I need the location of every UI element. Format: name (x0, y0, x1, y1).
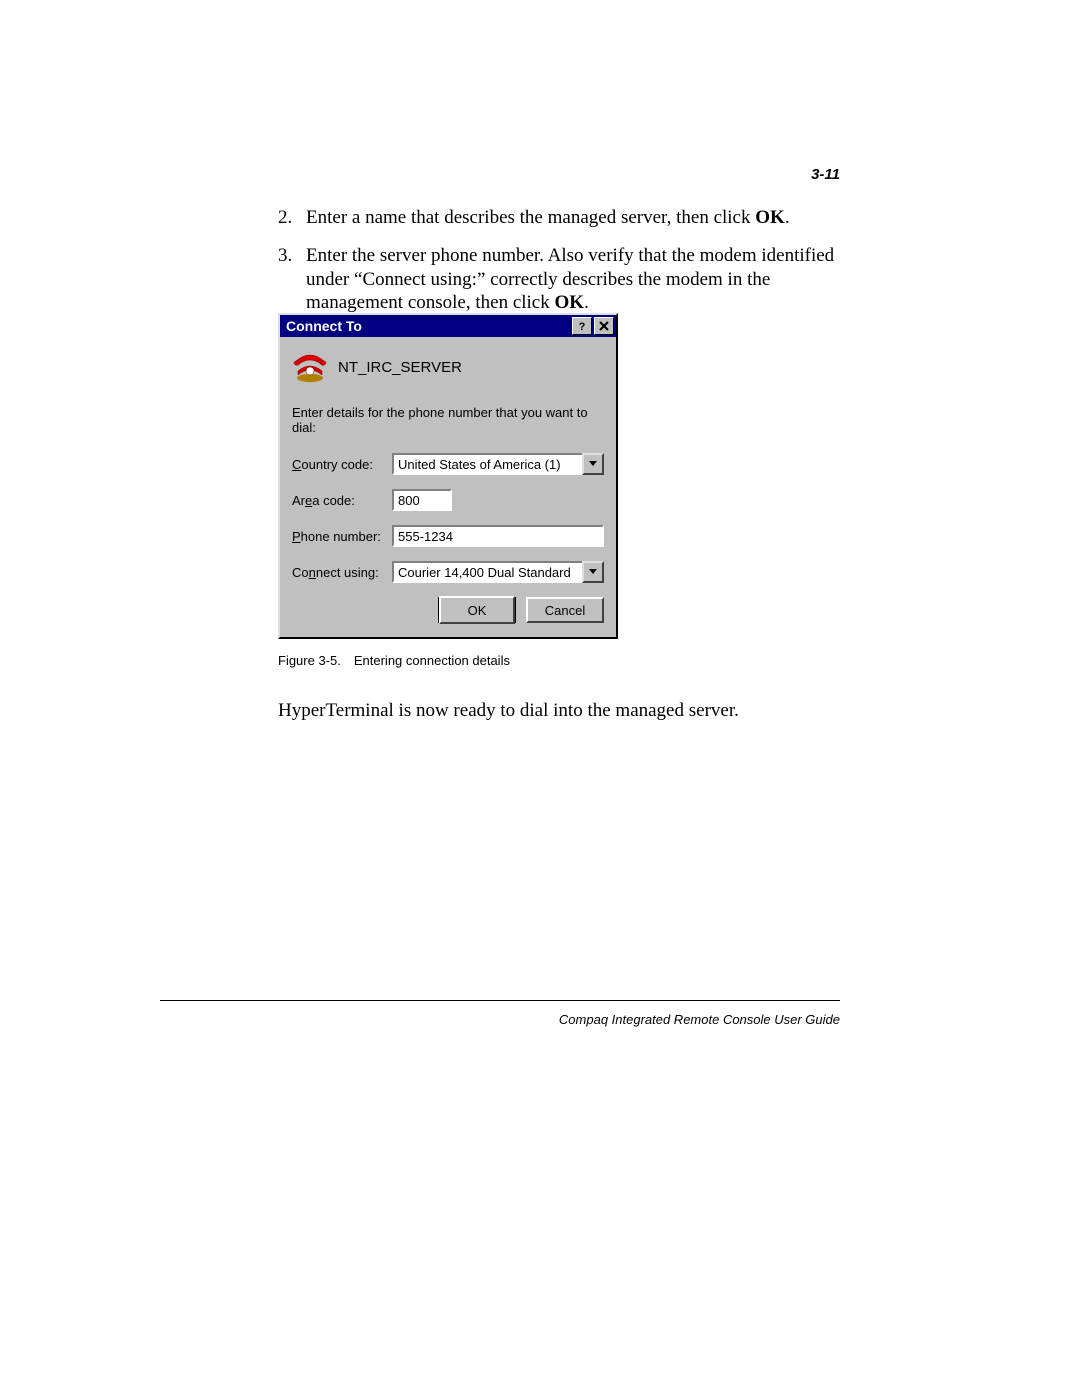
phone-number-input[interactable]: 555-1234 (392, 525, 604, 547)
step-list: 2. Enter a name that describes the manag… (278, 206, 838, 315)
connect-using-label: Connect using: (292, 565, 392, 580)
phone-label-rest: hone number: (301, 529, 381, 544)
country-code-value: United States of America (1) (392, 453, 582, 475)
footer-rule (160, 1000, 840, 1001)
page-number: 3-11 (811, 166, 840, 183)
area-code-label: Area code: (292, 493, 392, 508)
area-label-pre: Ar (292, 493, 305, 508)
dialog-titlebar: Connect To ? (280, 315, 616, 337)
country-code-label: Country code: (292, 457, 392, 472)
phone-label-accel: P (292, 529, 301, 544)
figure-caption: Figure 3-5. Entering connection details (278, 653, 618, 668)
step-3: 3. Enter the server phone number. Also v… (278, 244, 838, 315)
connection-name-label: NT_IRC_SERVER (338, 359, 462, 376)
dialog-window: Connect To ? (278, 313, 618, 639)
step-2-text: Enter a name that describes the managed … (306, 206, 838, 230)
step-2-number: 2. (278, 206, 306, 230)
country-code-combo[interactable]: United States of America (1) (392, 453, 604, 475)
help-button[interactable]: ? (572, 317, 592, 335)
country-code-row: Country code: United States of America (… (292, 453, 604, 475)
connect-using-dropdown-icon[interactable] (582, 561, 604, 583)
connect-using-row: Connect using: Courier 14,400 Dual Stand… (292, 561, 604, 583)
cancel-button[interactable]: Cancel (526, 597, 604, 623)
phone-number-label: Phone number: (292, 529, 392, 544)
connect-using-value: Courier 14,400 Dual Standard (392, 561, 582, 583)
dialog-button-row: OK Cancel (292, 597, 604, 623)
step-2-ok: OK (755, 207, 785, 228)
country-label-rest: ountry code: (301, 457, 373, 472)
phone-number-row: Phone number: 555-1234 (292, 525, 604, 547)
telephone-icon (292, 351, 328, 383)
connect-label-accel: n (309, 565, 316, 580)
area-code-input[interactable]: 800 (392, 489, 452, 511)
close-button[interactable] (594, 317, 614, 335)
post-figure-text: HyperTerminal is now ready to dial into … (278, 700, 838, 722)
connect-label-post: nect using: (316, 565, 379, 580)
area-code-row: Area code: 800 (292, 489, 604, 511)
svg-text:?: ? (579, 321, 586, 332)
area-label-post: a code: (312, 493, 355, 508)
country-label-accel: C (292, 457, 301, 472)
step-2-text-c: . (785, 207, 790, 228)
connect-using-combo[interactable]: Courier 14,400 Dual Standard (392, 561, 604, 583)
country-code-dropdown-icon[interactable] (582, 453, 604, 475)
dialog-title: Connect To (286, 318, 570, 334)
step-3-text-c: . (584, 292, 589, 313)
step-3-number: 3. (278, 244, 306, 315)
step-3-ok: OK (555, 292, 585, 313)
ok-button[interactable]: OK (438, 597, 516, 623)
step-2-text-a: Enter a name that describes the managed … (306, 207, 755, 228)
figure-connect-to-dialog: Connect To ? (278, 313, 618, 668)
dialog-instruction: Enter details for the phone number that … (292, 405, 604, 435)
step-3-text: Enter the server phone number. Also veri… (306, 244, 838, 315)
ok-button-label: OK (439, 596, 515, 624)
footer-text: Compaq Integrated Remote Console User Gu… (559, 1012, 840, 1027)
connect-label-pre: Co (292, 565, 309, 580)
step-2: 2. Enter a name that describes the manag… (278, 206, 838, 230)
